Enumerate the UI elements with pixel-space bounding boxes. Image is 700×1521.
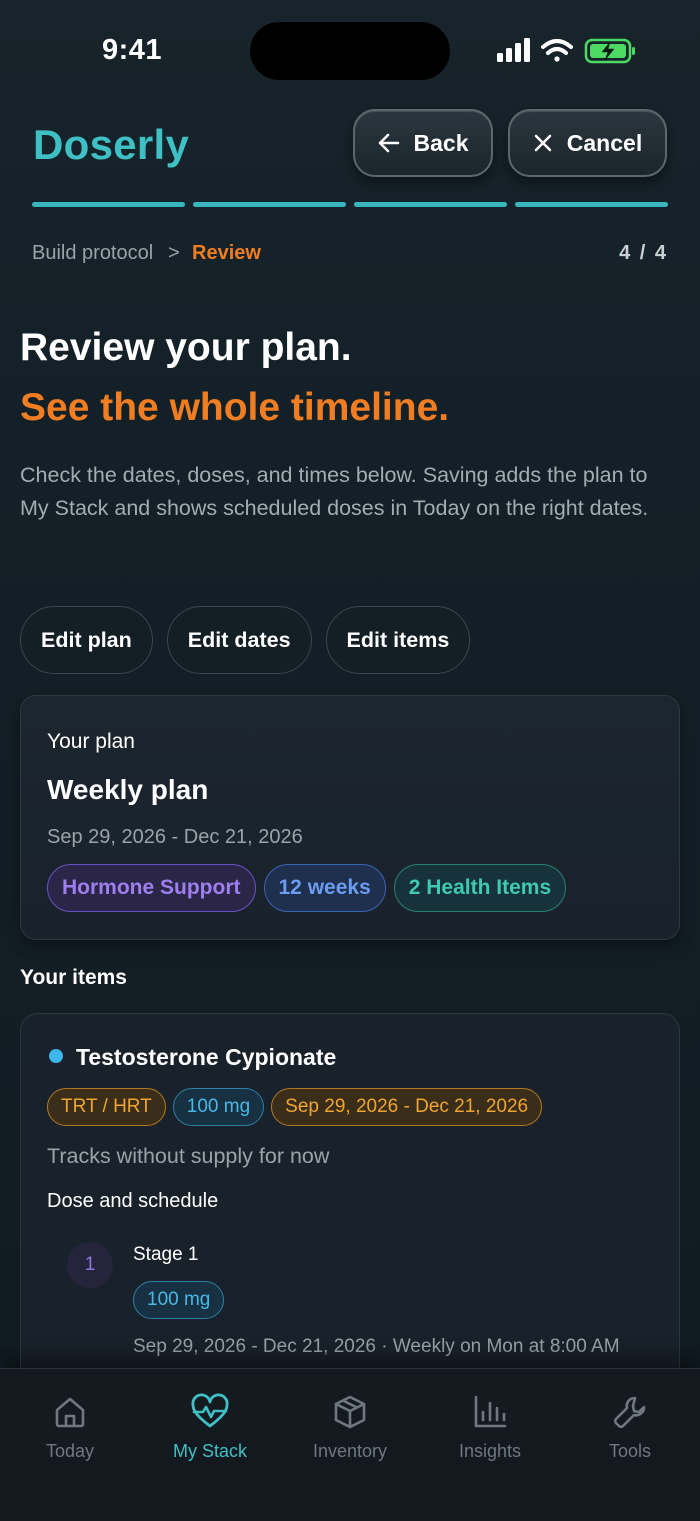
plan-tag-item-count: 2 Health Items — [393, 864, 567, 912]
wifi-icon — [541, 39, 573, 62]
edit-dates-button[interactable]: Edit dates — [166, 606, 312, 674]
heart-pulse-icon — [191, 1393, 229, 1428]
item-chip-category: TRT / HRT — [47, 1088, 166, 1126]
cancel-button-label: Cancel — [566, 129, 643, 156]
tab-my-stack-label: My Stack — [172, 1441, 247, 1461]
status-time: 9:41 — [102, 34, 163, 66]
item-chip-dates: Sep 29, 2026 - Dec 21, 2026 — [271, 1088, 543, 1126]
chevron-right-icon: > — [168, 242, 180, 264]
arrow-left-icon — [378, 133, 399, 153]
progress-segment — [354, 202, 507, 207]
dose-schedule-heading: Dose and schedule — [47, 1190, 219, 1212]
app-brand: Doserly — [33, 121, 190, 168]
edit-plan-button[interactable]: Edit plan — [20, 606, 153, 674]
item-supply-note: Tracks without supply for now — [47, 1144, 330, 1168]
tab-tools[interactable]: Tools — [560, 1393, 700, 1473]
tab-inventory[interactable]: Inventory — [280, 1393, 420, 1473]
stage-schedule: Sep 29, 2026 - Dec 21, 2026 · Weekly on … — [133, 1336, 620, 1357]
cancel-button[interactable]: Cancel — [508, 109, 667, 177]
edit-actions: Edit plan Edit dates Edit items — [20, 606, 471, 674]
item-chips: TRT / HRT 100 mg Sep 29, 2026 - Dec 21, … — [47, 1088, 543, 1126]
step-progress-bar — [32, 202, 668, 208]
close-icon — [534, 134, 552, 152]
tab-tools-label: Tools — [608, 1441, 652, 1461]
breadcrumb-current: Review — [192, 242, 261, 264]
bar-chart-icon — [474, 1395, 507, 1428]
bottom-tab-bar: Today My Stack Inventory Insights Tools — [0, 1368, 700, 1521]
tab-insights[interactable]: Insights — [420, 1393, 560, 1473]
tab-insights-label: Insights — [458, 1441, 522, 1461]
step-counter: 4 / 4 — [619, 242, 668, 264]
stage-number-badge: 1 — [67, 1242, 113, 1288]
progress-segment — [193, 202, 346, 207]
progress-segment — [32, 202, 185, 207]
back-button-label: Back — [413, 129, 469, 156]
battery-charging-icon — [584, 38, 635, 64]
breadcrumb: Build protocol > Review 4 / 4 — [32, 242, 668, 268]
page-description: Check the dates, doses, and times below.… — [20, 463, 649, 520]
edit-items-button[interactable]: Edit items — [325, 606, 471, 674]
status-bar: 9:41 — [0, 0, 700, 100]
plan-name: Weekly plan — [47, 774, 209, 805]
dynamic-island — [250, 22, 450, 80]
plan-tag-duration: 12 weeks — [263, 864, 386, 912]
back-button[interactable]: Back — [353, 109, 493, 177]
item-color-dot — [49, 1049, 63, 1063]
plan-card-label: Your plan — [47, 730, 135, 753]
box-icon — [334, 1395, 366, 1429]
tab-today[interactable]: Today — [0, 1393, 140, 1473]
progress-segment — [515, 202, 668, 207]
items-heading: Your items — [20, 966, 127, 989]
stage-dose-chip: 100 mg — [133, 1281, 225, 1319]
page-title: Review your plan. — [20, 326, 352, 369]
plan-tag-category: Hormone Support — [47, 864, 256, 912]
page-subtitle: See the whole timeline. — [20, 386, 450, 429]
plan-summary-card: Your plan Weekly plan Sep 29, 2026 - Dec… — [20, 695, 680, 940]
cellular-signal-icon — [497, 38, 530, 62]
item-name: Testosterone Cypionate — [76, 1044, 337, 1070]
home-icon — [55, 1397, 85, 1428]
breadcrumb-parent[interactable]: Build protocol — [32, 242, 153, 265]
stage-label: Stage 1 — [133, 1244, 199, 1265]
tab-today-label: Today — [45, 1441, 95, 1461]
plan-dates: Sep 29, 2026 - Dec 21, 2026 — [47, 826, 303, 848]
plan-tags: Hormone Support 12 weeks 2 Health Items — [47, 864, 567, 912]
item-chip-dose: 100 mg — [172, 1088, 265, 1126]
status-icons — [495, 36, 640, 66]
app-header: Doserly Back Cancel — [0, 105, 700, 185]
tab-inventory-label: Inventory — [312, 1441, 388, 1461]
wrench-icon — [613, 1396, 646, 1429]
tab-my-stack[interactable]: My Stack — [140, 1393, 280, 1473]
